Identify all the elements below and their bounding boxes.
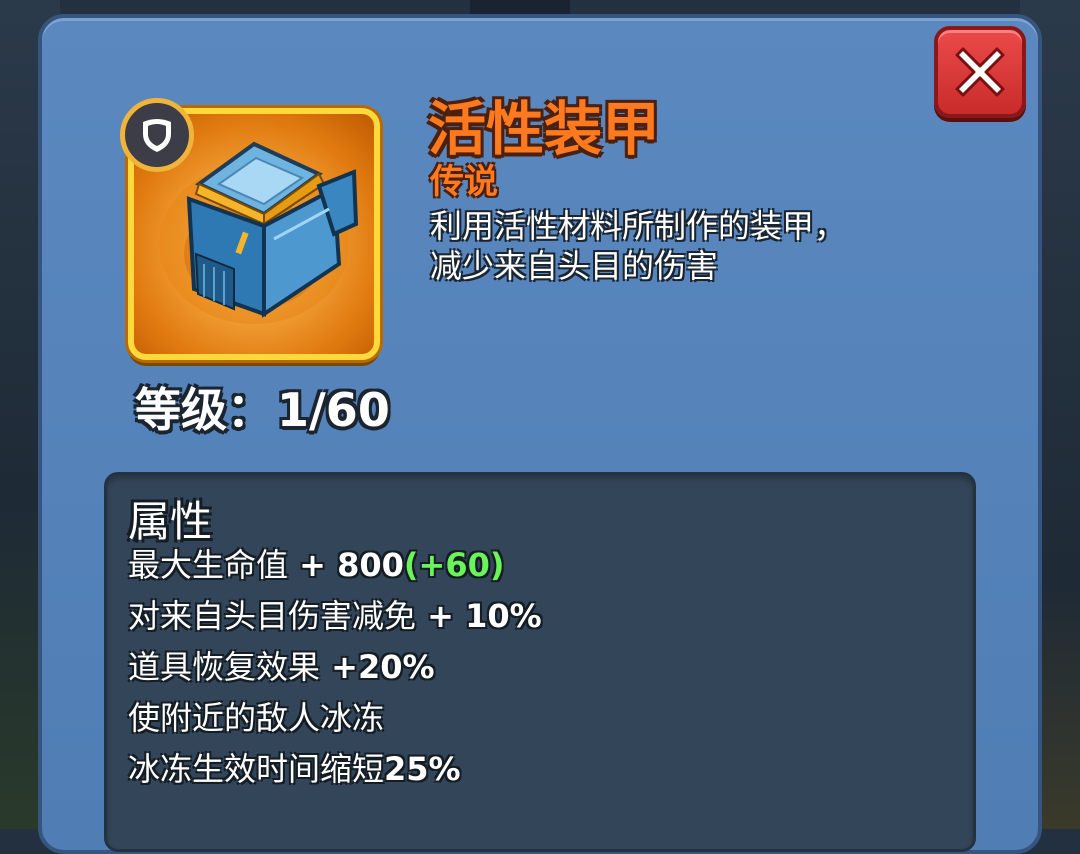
- attribute-value: +20%: [320, 648, 435, 686]
- item-description: 利用活性材料所制作的装甲， 减少来自头目的伤害: [430, 206, 846, 286]
- attribute-label: 使附近的敌人冰冻: [128, 699, 385, 737]
- attribute-label: 冰冻生效时间缩短: [128, 750, 385, 788]
- attribute-line: 使附近的敌人冰冻: [128, 693, 384, 739]
- background-top: [470, 0, 570, 14]
- attribute-line: 对来自头目伤害减免 + 10%: [128, 591, 542, 637]
- attribute-label: 对来自头目伤害减免: [128, 597, 417, 635]
- attribute-value: + 800: [288, 546, 404, 584]
- shield-icon: [143, 119, 171, 152]
- level-label: 等级：: [135, 383, 273, 437]
- close-icon: [955, 47, 1005, 97]
- attribute-line: 冰冻生效时间缩短25%: [128, 744, 461, 790]
- close-button[interactable]: [934, 26, 1026, 118]
- attribute-line: 道具恢复效果 +20%: [128, 642, 435, 688]
- item-rarity: 传说: [430, 162, 498, 202]
- attribute-value: 25%: [384, 750, 461, 788]
- attribute-bonus: (+60): [403, 546, 505, 584]
- description-line: 利用活性材料所制作的装甲，: [430, 207, 847, 245]
- item-level: 等级：1/60: [135, 374, 390, 440]
- attribute-value: + 10%: [416, 597, 542, 635]
- level-value: 1/60: [277, 383, 390, 437]
- attribute-line: 最大生命值 + 800(+60): [128, 540, 505, 586]
- attribute-label: 最大生命值: [128, 546, 289, 584]
- attribute-label: 道具恢复效果: [128, 648, 321, 686]
- description-line: 减少来自头目的伤害: [430, 247, 719, 285]
- shield-badge: [120, 98, 194, 172]
